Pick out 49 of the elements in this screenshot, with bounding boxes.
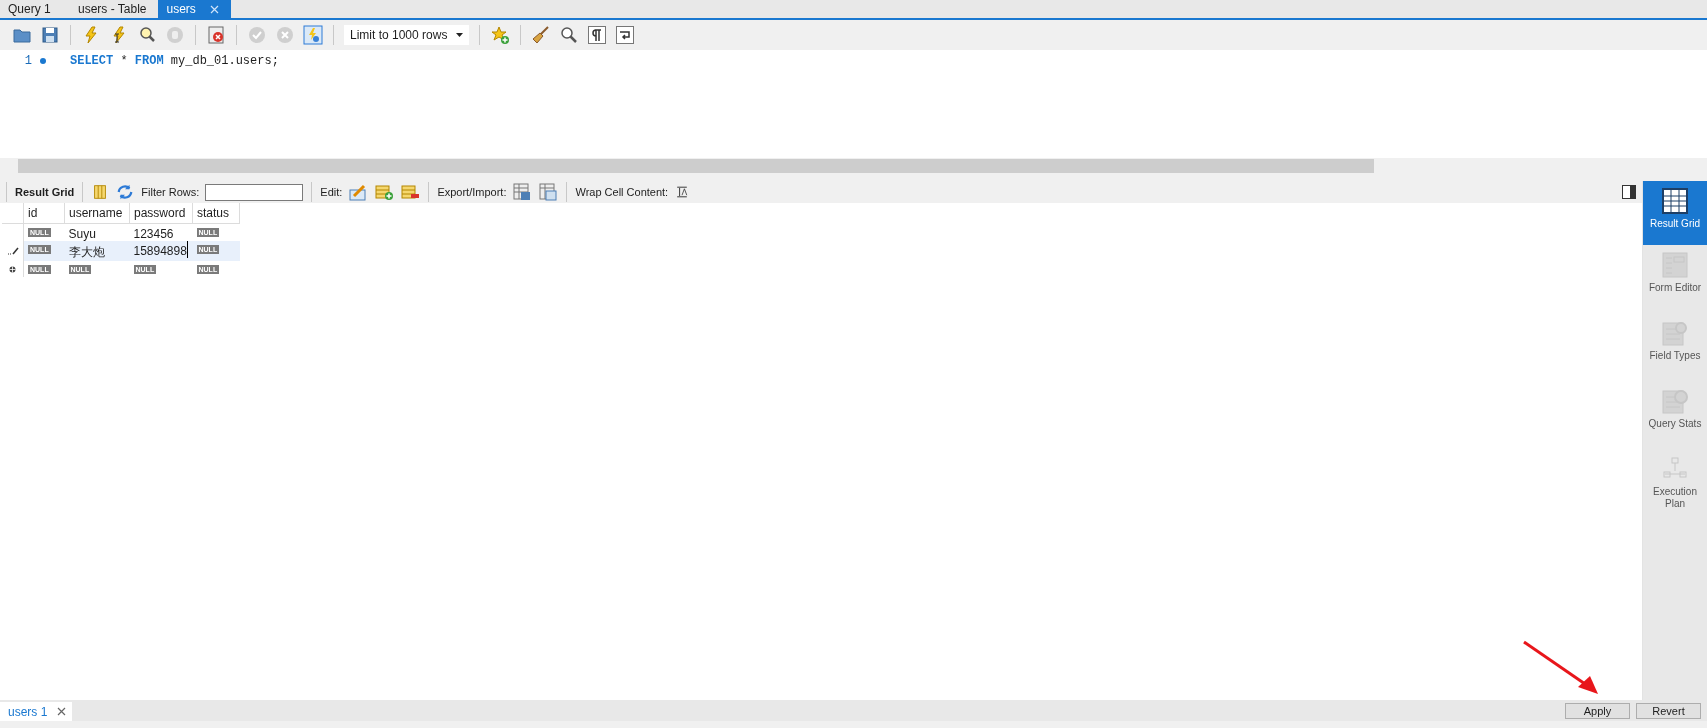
editor-tab[interactable]: users (158, 0, 231, 18)
column-header[interactable]: username (64, 203, 130, 224)
scrollbar-thumb[interactable] (18, 159, 1374, 173)
broom-icon[interactable] (531, 25, 551, 45)
line-number: 1 (23, 54, 32, 68)
export-import-label: Export/Import: (437, 186, 507, 198)
filter-label: Filter Rows: (141, 186, 200, 198)
filter-field[interactable] (205, 183, 304, 201)
import-icon[interactable] (538, 182, 559, 202)
pilcrow-icon[interactable] (587, 25, 607, 45)
result-tab[interactable]: users 1 (0, 702, 73, 721)
side-panel-item[interactable]: Query Stats (1643, 381, 1707, 449)
autocommit-icon[interactable] (303, 25, 323, 45)
form-icon (1661, 251, 1689, 279)
limit-dropdown[interactable]: Limit to 1000 rows (344, 25, 469, 45)
column-header[interactable]: id (23, 203, 65, 224)
add-row-icon[interactable] (374, 182, 395, 202)
wrap-label: Wrap Cell Content: (575, 186, 669, 198)
column-header[interactable]: status (192, 203, 240, 224)
export-icon[interactable] (512, 182, 533, 202)
delete-row-icon[interactable] (400, 182, 421, 202)
table-cell[interactable]: 123456 (133, 224, 174, 241)
magnifier-icon[interactable] (559, 25, 579, 45)
column-header[interactable]: password (129, 203, 193, 224)
table-cell[interactable]: Suyu (68, 224, 96, 241)
check-icon[interactable] (247, 25, 267, 45)
action-button[interactable]: Apply (1565, 703, 1630, 719)
editor-tab[interactable]: users - Table (70, 0, 159, 18)
code-line: SELECT * FROM my_db_01.users; (70, 54, 279, 68)
caret-icon (456, 33, 463, 37)
stop-on-error-icon[interactable] (206, 25, 226, 45)
side-panel-item[interactable]: Result Grid (1643, 181, 1707, 245)
editor-tab[interactable]: Query 1 (0, 0, 70, 18)
close-icon[interactable] (57, 707, 67, 716)
edit-label: Edit: (320, 186, 343, 198)
action-button[interactable]: Revert (1636, 703, 1701, 719)
side-panel-item[interactable]: Field Types (1643, 313, 1707, 381)
edit-cell-icon[interactable] (348, 182, 369, 202)
table-magnifier-icon (1661, 319, 1689, 347)
save-icon[interactable] (40, 25, 60, 45)
statement-dot (40, 58, 46, 64)
panel-toggle-icon[interactable] (1622, 185, 1636, 199)
side-panel-item[interactable]: Execution Plan (1643, 449, 1707, 517)
wrap-icon[interactable] (615, 25, 635, 45)
grid-icon (1661, 187, 1689, 215)
table-dial-icon (1661, 387, 1689, 415)
result-grid-label: Result Grid (15, 186, 75, 198)
star-plus-icon[interactable] (490, 25, 510, 45)
side-panel-item[interactable]: Form Editor (1643, 245, 1707, 313)
